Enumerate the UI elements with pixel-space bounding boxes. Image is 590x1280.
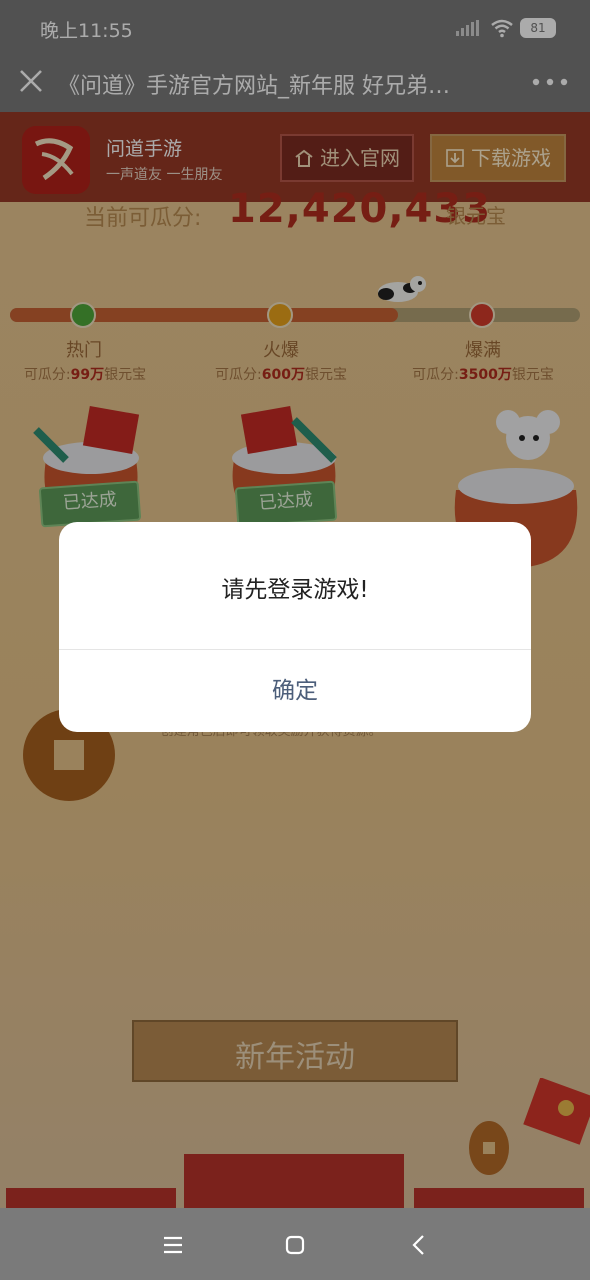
login-required-dialog: 请先登录游戏! 确定 <box>59 522 531 732</box>
square-icon[interactable] <box>280 1230 310 1260</box>
dialog-message: 请先登录游戏! <box>221 577 369 603</box>
system-nav-bar <box>0 1208 590 1280</box>
back-icon[interactable] <box>404 1230 434 1260</box>
menu-icon[interactable] <box>158 1230 188 1260</box>
confirm-button[interactable]: 确定 <box>59 650 531 732</box>
